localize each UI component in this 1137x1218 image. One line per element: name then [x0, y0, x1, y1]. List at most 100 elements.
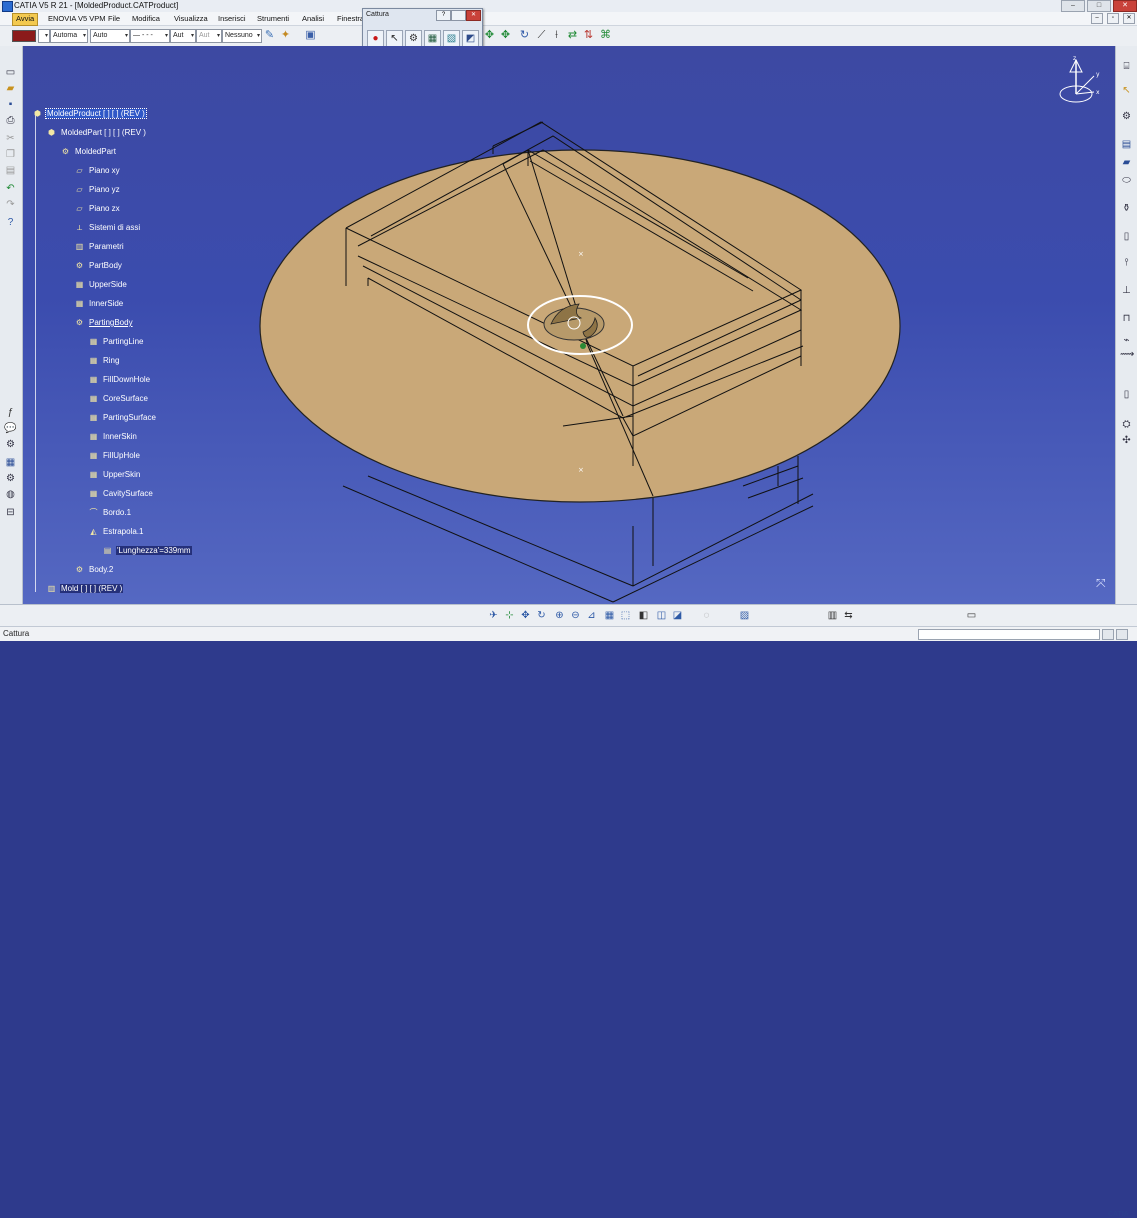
doc-close-button[interactable]: ✕ — [1123, 13, 1135, 24]
measure-item-icon[interactable]: ⟊ — [550, 29, 563, 42]
tree-node-moldedpart-root[interactable]: ⚙ MoldedPart — [59, 145, 117, 158]
tree-node-filluphole[interactable]: ▦ FillUpHole — [87, 449, 141, 462]
color-swatch[interactable] — [12, 30, 36, 42]
tree-node-parametri[interactable]: ▥ Parametri — [73, 240, 125, 253]
print-icon[interactable]: ⎙ — [4, 114, 17, 127]
tree-node-moldedpart[interactable]: ⬢ MoldedPart [ ] [ ] (REV ) — [45, 126, 147, 139]
manipulate-icon[interactable]: ⇅ — [582, 29, 595, 42]
gear-icon[interactable]: ⚙ — [1120, 110, 1133, 123]
constraint-icon[interactable]: ⌘ — [599, 29, 612, 42]
tree-node-estrapola[interactable]: ◭ Estrapola.1 — [87, 525, 144, 538]
table-icon[interactable]: ▦ — [4, 456, 17, 469]
measure-icon[interactable]: ⟋ — [535, 29, 548, 42]
paste-icon[interactable]: ▤ — [4, 164, 17, 177]
ruler-icon[interactable]: ⊟ — [4, 506, 17, 519]
comment-icon[interactable]: 💬 — [4, 422, 17, 435]
record-icon[interactable]: ● — [367, 30, 384, 47]
rotate-view-icon[interactable]: ↻ — [535, 609, 548, 622]
capture-minimize-button[interactable] — [451, 10, 466, 21]
split-icon[interactable]: ⛭ — [1120, 418, 1133, 431]
color-dropdown[interactable]: ▾ — [38, 29, 50, 43]
runner-icon[interactable]: ⟿ — [1120, 348, 1134, 361]
cooling-icon[interactable]: ▯ — [1120, 388, 1133, 401]
bottle-icon[interactable]: ⚱ — [1120, 202, 1133, 215]
minimize-button[interactable]: – — [1061, 0, 1085, 12]
doc-minimize-button[interactable]: – — [1091, 13, 1103, 24]
tree-node-moldedproduct[interactable]: ⬢ MoldedProduct [ ] [ ] (REV ) — [31, 107, 147, 120]
menu-analisi[interactable]: Analisi — [299, 13, 327, 24]
tree-node-partingbody[interactable]: ⚙ PartingBody — [73, 316, 134, 329]
options-icon[interactable]: ⚙ — [405, 30, 422, 47]
menu-inserisci[interactable]: Inserisci — [215, 13, 249, 24]
linetype-combo[interactable]: Auto ▾ — [90, 29, 130, 43]
capture-3d-icon[interactable]: ▦ — [424, 30, 441, 47]
fit-all-icon[interactable]: ✥ — [499, 29, 512, 42]
copy-icon[interactable]: ❐ — [4, 148, 17, 161]
snap-icon[interactable]: ⇄ — [566, 29, 579, 42]
command-input[interactable] — [918, 629, 1100, 640]
shading-icon[interactable]: ◧ — [637, 609, 650, 622]
rotate-icon[interactable]: ↻ — [518, 29, 531, 42]
zoom-in-icon[interactable]: ⊕ — [553, 609, 566, 622]
transparency-combo[interactable]: Automa ▾ — [50, 29, 88, 43]
menu-avvia[interactable]: Avvia — [12, 13, 39, 26]
tree-node-cavitysurface[interactable]: ▦ CavitySurface — [87, 487, 154, 500]
hide-show-icon[interactable]: ◫ — [655, 609, 668, 622]
tree-node-coresurface[interactable]: ▦ CoreSurface — [87, 392, 149, 405]
menu-enovia[interactable]: ENOVIA V5 VPM — [45, 13, 109, 24]
menu-strumenti[interactable]: Strumenti — [254, 13, 292, 24]
new-icon[interactable]: ▭ — [4, 66, 17, 79]
device-icon[interactable]: ▭ — [965, 609, 978, 622]
tree-node-body2[interactable]: ⚙ Body.2 — [73, 563, 114, 576]
publication-icon[interactable]: ▥ — [826, 609, 839, 622]
capture-help-button[interactable]: ? — [436, 10, 451, 21]
select-pointer-icon[interactable]: ↖ — [386, 30, 403, 47]
tree-node-upperside[interactable]: ▦ UpperSide — [73, 278, 128, 291]
pan-icon[interactable]: ✥ — [483, 29, 496, 42]
thickness-combo[interactable]: — - - - ▾ — [130, 29, 170, 43]
tree-node-piano-xy[interactable]: ▱ Piano xy — [73, 164, 121, 177]
ejector-icon[interactable]: ⫯ — [1120, 256, 1133, 269]
pin-icon[interactable]: ⊥ — [1120, 284, 1133, 297]
formula-icon[interactable]: ƒ — [4, 406, 17, 419]
menu-file[interactable]: File — [105, 13, 123, 24]
tree-node-innerside[interactable]: ▦ InnerSide — [73, 297, 124, 310]
refresh-icon[interactable]: ◌ — [700, 609, 713, 622]
assembly-tool-icon[interactable]: ✣ — [1120, 434, 1133, 447]
open-icon[interactable]: ▰ — [4, 82, 17, 95]
pad-icon[interactable]: ▰ — [1120, 156, 1133, 169]
multi-view-icon[interactable]: ▦ — [603, 609, 616, 622]
pan-view-icon[interactable]: ✥ — [519, 609, 532, 622]
cut-icon[interactable]: ✂ — [4, 132, 17, 145]
tree-node-piano-yz[interactable]: ▱ Piano yz — [73, 183, 121, 196]
layer-combo-b[interactable]: Aut ▾ — [196, 29, 222, 43]
layer-combo-a[interactable]: Aut ▾ — [170, 29, 196, 43]
frame-icon[interactable]: ▯ — [1120, 230, 1133, 243]
capture-image-icon[interactable]: ▧ — [443, 30, 460, 47]
swap-icon[interactable]: ⇆ — [842, 609, 855, 622]
mold-tool-icon[interactable]: ⌸ — [1120, 60, 1133, 73]
properties-icon[interactable]: ▣ — [304, 29, 317, 42]
album-icon[interactable]: ◩ — [462, 30, 479, 47]
brush-icon[interactable]: ✦ — [279, 29, 292, 42]
tree-node-partbody[interactable]: ⚙ PartBody — [73, 259, 123, 272]
gate-icon[interactable]: ⌁ — [1120, 334, 1133, 347]
plate-icon[interactable]: ▤ — [1120, 138, 1133, 151]
globe-icon[interactable]: ◍ — [4, 488, 17, 501]
redo-icon[interactable]: ↷ — [4, 198, 17, 211]
tree-node-mold[interactable]: ▥ Mold [ ] [ ] (REV ) — [45, 582, 124, 595]
swap-visible-icon[interactable]: ◪ — [671, 609, 684, 622]
catia-app-icon[interactable] — [2, 1, 13, 12]
layer-filter-combo[interactable]: Nessuno ▾ — [222, 29, 262, 43]
knowledge-icon[interactable]: ⚙ — [4, 438, 17, 451]
painter-icon[interactable]: ✎ — [263, 29, 276, 42]
undo-icon[interactable]: ↶ — [4, 182, 17, 195]
catalog-icon[interactable]: ⚙ — [4, 472, 17, 485]
3d-scene[interactable]: × × — [23, 46, 1115, 604]
tree-node-sistemi-di-assi[interactable]: ⟂ Sistemi di assi — [73, 221, 141, 234]
cursor-icon[interactable]: ↖ — [1120, 84, 1133, 97]
tree-node-lunghezza[interactable]: ▤ 'Lunghezza'=339mm — [101, 544, 192, 557]
status-button-a[interactable] — [1102, 629, 1114, 640]
save-icon[interactable]: ▪ — [4, 98, 17, 111]
capture-close-button[interactable]: ✕ — [466, 10, 481, 21]
